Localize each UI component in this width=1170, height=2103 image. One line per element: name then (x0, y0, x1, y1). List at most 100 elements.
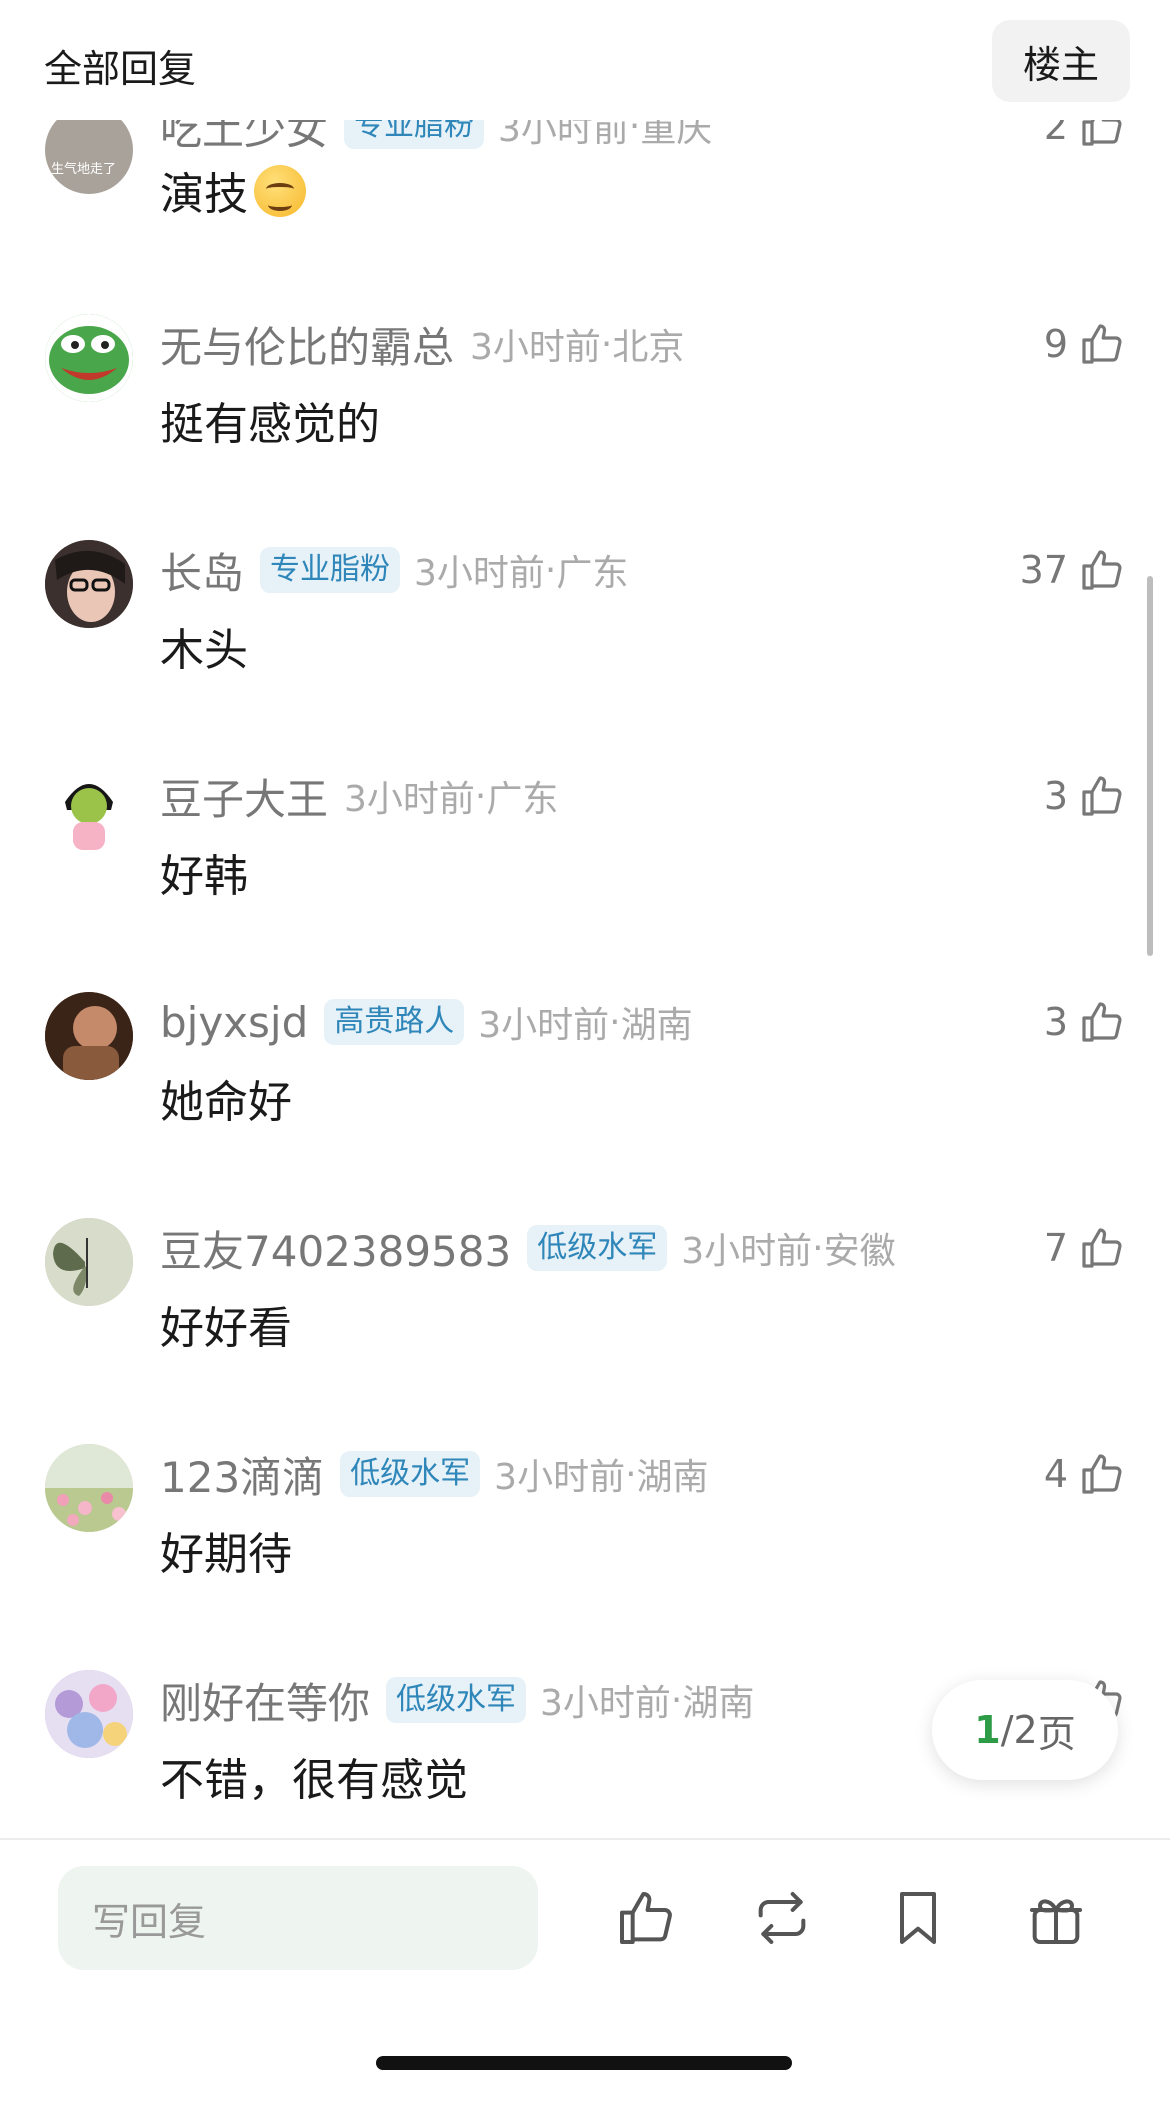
avatar[interactable] (45, 992, 133, 1080)
thumbs-up-icon (1082, 324, 1122, 364)
meta-separator: · (625, 1453, 637, 1495)
comment-text[interactable]: 她命好 (160, 1066, 292, 1130)
comment-username[interactable]: 豆友7402389583 (160, 1218, 511, 1279)
comment-location: 湖南 (636, 1457, 709, 1498)
comment-header: bjyxsjd 高贵路人 3小时前 · 湖南 (160, 996, 693, 1048)
like-button[interactable]: 9 (1044, 318, 1126, 370)
bookmark-icon[interactable] (886, 1886, 950, 1950)
comment-header: 豆友7402389583 低级水军 3小时前 · 安徽 (160, 1222, 896, 1276)
thumbs-up-icon (1082, 1228, 1122, 1268)
comment-location: 湖南 (620, 1005, 693, 1046)
plush-toys-avatar-image (45, 1670, 133, 1758)
like-count: 3 (1043, 774, 1068, 818)
comment-location: 广东 (556, 553, 629, 594)
flower-field-avatar-image (45, 1444, 133, 1532)
avatar[interactable] (45, 314, 133, 402)
comment-location: 广东 (486, 779, 559, 820)
reply-input[interactable]: 写回复 (58, 1866, 538, 1970)
comment-item[interactable]: bjyxsjd 高贵路人 3小时前 · 湖南 她命好 3 (0, 992, 1170, 1218)
like-count: 37 (1019, 548, 1068, 592)
like-count: 4 (1043, 1452, 1068, 1496)
scrollbar[interactable] (1147, 576, 1153, 956)
thumbs-up-icon (1082, 1454, 1122, 1494)
comment-text-value: 演技 (160, 169, 248, 220)
comment-username[interactable]: 长岛 (160, 540, 244, 601)
meta-separator: · (609, 1001, 621, 1043)
comment-text[interactable]: 好好看 (160, 1292, 292, 1356)
comment-item[interactable]: 无与伦比的霸总 3小时前 · 北京 挺有感觉的 9 (0, 314, 1170, 540)
like-count: 9 (1043, 322, 1068, 366)
comment-item[interactable]: 123滴滴 低级水军 3小时前 · 湖南 好期待 4 (0, 1444, 1170, 1670)
comment-text[interactable]: 好韩 (160, 840, 248, 904)
comment-list[interactable]: 生气地走了 吃土少女 专业脂粉 3小时前 · 重庆 演技 2 无与伦比的霸总 3… (0, 0, 1170, 1838)
bottom-action-bar: 写回复 (0, 1838, 1170, 2103)
like-button[interactable]: 37 (1020, 544, 1126, 596)
comment-item[interactable]: 生气地走了 吃土少女 专业脂粉 3小时前 · 重庆 演技 2 (0, 96, 1170, 322)
meta-separator: · (474, 775, 487, 817)
comment-header: 无与伦比的霸总 3小时前 · 北京 (160, 318, 685, 372)
comment-username[interactable]: 无与伦比的霸总 (160, 314, 454, 375)
total-pages: /2 (1000, 1708, 1038, 1752)
user-badge: 低级水军 (340, 1451, 481, 1497)
smirk-emoji-icon (254, 165, 306, 217)
comment-header: 豆子大王 3小时前 · 广东 (160, 770, 559, 824)
comment-text[interactable]: 演技 (160, 158, 306, 222)
page-indicator[interactable]: 1/2 页 (932, 1680, 1118, 1780)
user-badge: 低级水军 (386, 1677, 527, 1723)
comment-header: 123滴滴 低级水军 3小时前 · 湖南 (160, 1448, 709, 1502)
comment-text[interactable]: 木头 (160, 614, 248, 678)
meta-separator: · (600, 323, 613, 365)
repost-icon[interactable] (750, 1886, 814, 1950)
comment-time: 3小时前 (478, 1005, 610, 1046)
comment-username[interactable]: 豆子大王 (160, 766, 328, 827)
comment-header: 刚好在等你 低级水军 3小时前 · 湖南 (160, 1674, 755, 1728)
like-button[interactable]: 7 (1044, 1222, 1126, 1274)
meta-separator: · (544, 549, 557, 591)
comment-username[interactable]: 刚好在等你 (160, 1670, 370, 1731)
like-count: 7 (1043, 1226, 1068, 1270)
comment-item[interactable]: 豆友7402389583 低级水军 3小时前 · 安徽 好好看 7 (0, 1218, 1170, 1444)
comment-text[interactable]: 好期待 (160, 1518, 292, 1582)
comment-time: 3小时前 (681, 1231, 813, 1272)
avatar[interactable] (45, 540, 133, 628)
comment-location: 北京 (612, 327, 685, 368)
like-button[interactable]: 4 (1044, 1448, 1126, 1500)
comment-time: 3小时前 (344, 779, 475, 820)
butterfly-avatar-image (45, 1218, 133, 1306)
thumbs-up-icon (1082, 776, 1122, 816)
comment-time: 3小时前 (414, 553, 545, 594)
page-suffix: 页 (1037, 1711, 1076, 1756)
comment-username[interactable]: 123滴滴 (160, 1444, 324, 1505)
reply-placeholder: 写回复 (92, 1899, 207, 1944)
thumbs-up-icon (1082, 550, 1122, 590)
current-page: 1 (974, 1708, 1001, 1752)
user-badge: 低级水军 (527, 1225, 668, 1271)
avatar-caption: 生气地走了 (51, 162, 117, 177)
like-button[interactable]: 3 (1044, 770, 1126, 822)
gift-icon[interactable] (1024, 1886, 1088, 1950)
avatar[interactable] (45, 1444, 133, 1532)
comment-text[interactable]: 挺有感觉的 (160, 388, 380, 452)
home-indicator[interactable] (376, 2056, 792, 2070)
comment-item[interactable]: 豆子大王 3小时前 · 广东 好韩 3 (0, 766, 1170, 992)
portrait-avatar-image (45, 540, 133, 628)
page-header: 全部回复 楼主 (0, 0, 1170, 120)
comment-item[interactable]: 长岛 专业脂粉 3小时前 · 广东 木头 37 (0, 540, 1170, 766)
comment-time: 3小时前 (494, 1457, 626, 1498)
avatar[interactable] (45, 1670, 133, 1758)
avatar[interactable] (45, 1218, 133, 1306)
photo-avatar-image (45, 992, 133, 1080)
comment-username[interactable]: bjyxsjd (160, 998, 308, 1047)
avatar[interactable] (45, 766, 133, 854)
comment-text[interactable]: 不错，很有感觉 (160, 1744, 468, 1808)
comment-header: 长岛 专业脂粉 3小时前 · 广东 (160, 544, 629, 598)
comment-time: 3小时前 (540, 1683, 671, 1724)
like-button[interactable]: 3 (1044, 996, 1126, 1048)
meta-separator: · (812, 1227, 824, 1269)
comment-location: 湖南 (682, 1683, 755, 1724)
thumbs-up-icon[interactable] (614, 1886, 678, 1950)
frog-avatar-image (45, 314, 133, 402)
comment-location: 安徽 (823, 1231, 896, 1272)
meta-separator: · (670, 1679, 683, 1721)
owner-only-button[interactable]: 楼主 (992, 20, 1130, 102)
